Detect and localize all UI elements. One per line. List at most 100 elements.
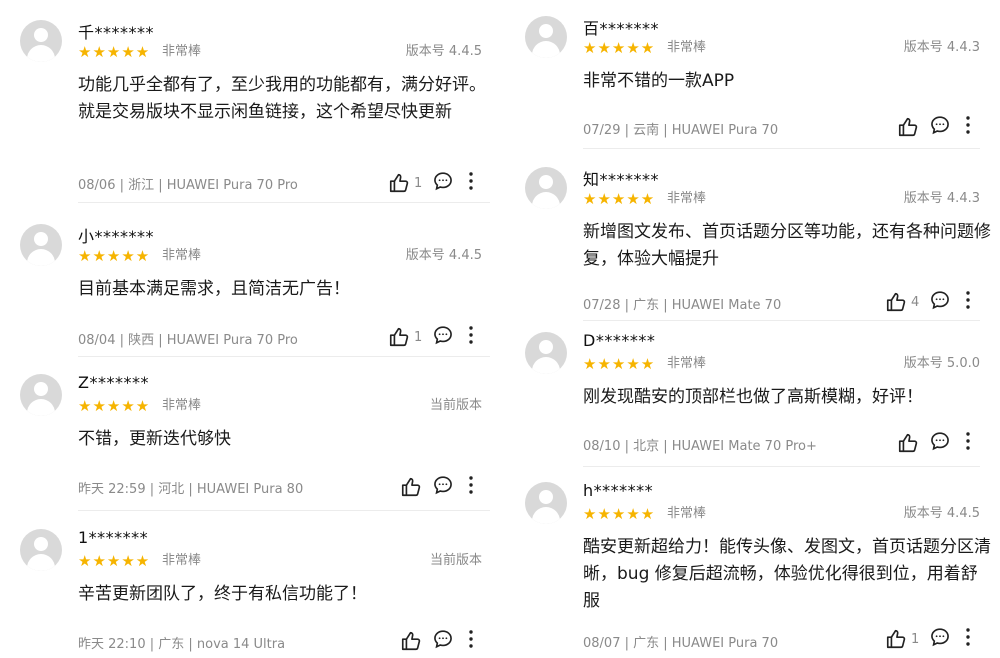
review-content: 酷安更新超给力！能传头像、发图文，首页话题分区清晰，bug 修复后超流畅，体验优… [583,537,991,611]
divider [78,202,490,203]
rating-label: 非常棒 [162,553,202,568]
reviewer-name: 百******* [583,19,660,38]
comment-icon [434,172,452,191]
comment-icon [931,291,949,310]
star-rating: ★★★★★ [583,355,656,373]
divider [78,356,490,357]
review-content: 功能几乎全都有了，至少我用的功能都有，满分好评。就是交易版块不显示闲鱼链接，这个… [78,75,486,122]
review-actions: 1 [388,324,474,350]
like-button[interactable] [897,116,929,138]
review-meta: 07/29 | 云南 | HUAWEI Pura 70 [583,123,779,138]
like-button[interactable]: 1 [388,326,432,348]
review-content: 目前基本满足需求，且简洁无广告！ [78,279,350,299]
review-content: 新增图文发布、首页话题分区等功能，还有各种问题修复，体验大幅提升 [583,222,991,269]
more-vertical-icon [469,630,473,648]
avatar[interactable] [20,20,62,62]
like-button[interactable]: 1 [885,628,929,650]
more-button[interactable] [468,171,474,195]
more-button[interactable] [965,290,971,314]
avatar[interactable] [525,167,567,209]
comment-icon [434,630,452,649]
more-vertical-icon [469,476,473,494]
review-actions: 1 [885,626,971,652]
reviewer-name: D******* [583,331,656,350]
more-button[interactable] [468,475,474,499]
review-meta: 08/06 | 浙江 | HUAWEI Pura 70 Pro [78,178,298,193]
comment-icon [931,628,949,647]
review-meta: 08/04 | 陕西 | HUAWEI Pura 70 Pro [78,333,298,348]
like-count: 1 [414,175,423,191]
comment-button[interactable] [432,324,454,350]
review-actions: 1 [388,170,474,196]
version-label: 版本号 4.4.5 [405,248,482,263]
more-vertical-icon [966,628,970,646]
review-content: 不错，更新迭代够快 [78,429,231,449]
review-actions [897,430,971,456]
rating-label: 非常棒 [667,356,707,371]
reviewer-name: Z******* [78,373,149,392]
more-button[interactable] [965,115,971,139]
avatar[interactable] [20,374,62,416]
divider [78,510,490,511]
version-label: 版本号 4.4.3 [903,191,980,206]
review-meta: 07/28 | 广东 | HUAWEI Mate 70 [583,298,782,313]
review-actions [897,114,971,140]
star-rating: ★★★★★ [583,505,656,523]
avatar[interactable] [20,224,62,266]
star-rating: ★★★★★ [583,39,656,57]
like-count: 4 [911,294,920,310]
more-button[interactable] [468,325,474,349]
review-meta: 08/07 | 广东 | HUAWEI Pura 70 [583,636,779,651]
like-count: 1 [911,631,920,647]
comment-icon [434,476,452,495]
avatar[interactable] [525,16,567,58]
like-button[interactable] [400,476,432,498]
comment-button[interactable] [929,430,951,456]
star-rating: ★★★★★ [78,397,151,415]
review-meta: 08/10 | 北京 | HUAWEI Mate 70 Pro+ [583,439,817,454]
version-label: 版本号 4.4.5 [903,506,980,521]
review-content: 辛苦更新团队了，终于有私信功能了！ [78,584,367,604]
divider [583,466,980,467]
more-button[interactable] [965,627,971,651]
review-content: 非常不错的一款APP [583,71,735,91]
more-vertical-icon [966,291,970,309]
more-vertical-icon [966,116,970,134]
comment-button[interactable] [432,170,454,196]
like-button[interactable]: 4 [885,291,929,313]
like-button[interactable]: 1 [388,172,432,194]
more-vertical-icon [469,172,473,190]
version-label: 版本号 5.0.0 [903,356,980,371]
comment-icon [931,116,949,135]
reviewer-name: 知******* [583,170,660,189]
thumbs-up-icon [401,477,421,497]
avatar[interactable] [525,482,567,524]
avatar[interactable] [20,529,62,571]
reviewer-name: h******* [583,481,654,500]
thumbs-up-icon [898,117,918,137]
more-button[interactable] [468,629,474,653]
review-actions [400,628,474,654]
left-review-column: 千******* ★★★★★ 非常棒 版本号 4.4.5 功能几乎全都有了，至少… [0,0,490,658]
avatar[interactable] [525,332,567,374]
reviewer-name: 1******* [78,528,149,547]
more-button[interactable] [965,431,971,455]
version-label: 当前版本 [429,398,482,413]
comment-button[interactable] [929,289,951,315]
divider [583,320,980,321]
comment-button[interactable] [432,628,454,654]
star-rating: ★★★★★ [78,43,151,61]
more-vertical-icon [966,432,970,450]
rating-label: 非常棒 [667,191,707,206]
rating-label: 非常棒 [162,398,202,413]
comment-button[interactable] [432,474,454,500]
comment-button[interactable] [929,114,951,140]
star-rating: ★★★★★ [78,552,151,570]
like-button[interactable] [897,432,929,454]
like-button[interactable] [400,630,432,652]
version-label: 版本号 4.4.5 [405,44,482,59]
comment-button[interactable] [929,626,951,652]
comment-icon [434,326,452,345]
rating-label: 非常棒 [667,40,707,55]
comment-icon [931,432,949,451]
